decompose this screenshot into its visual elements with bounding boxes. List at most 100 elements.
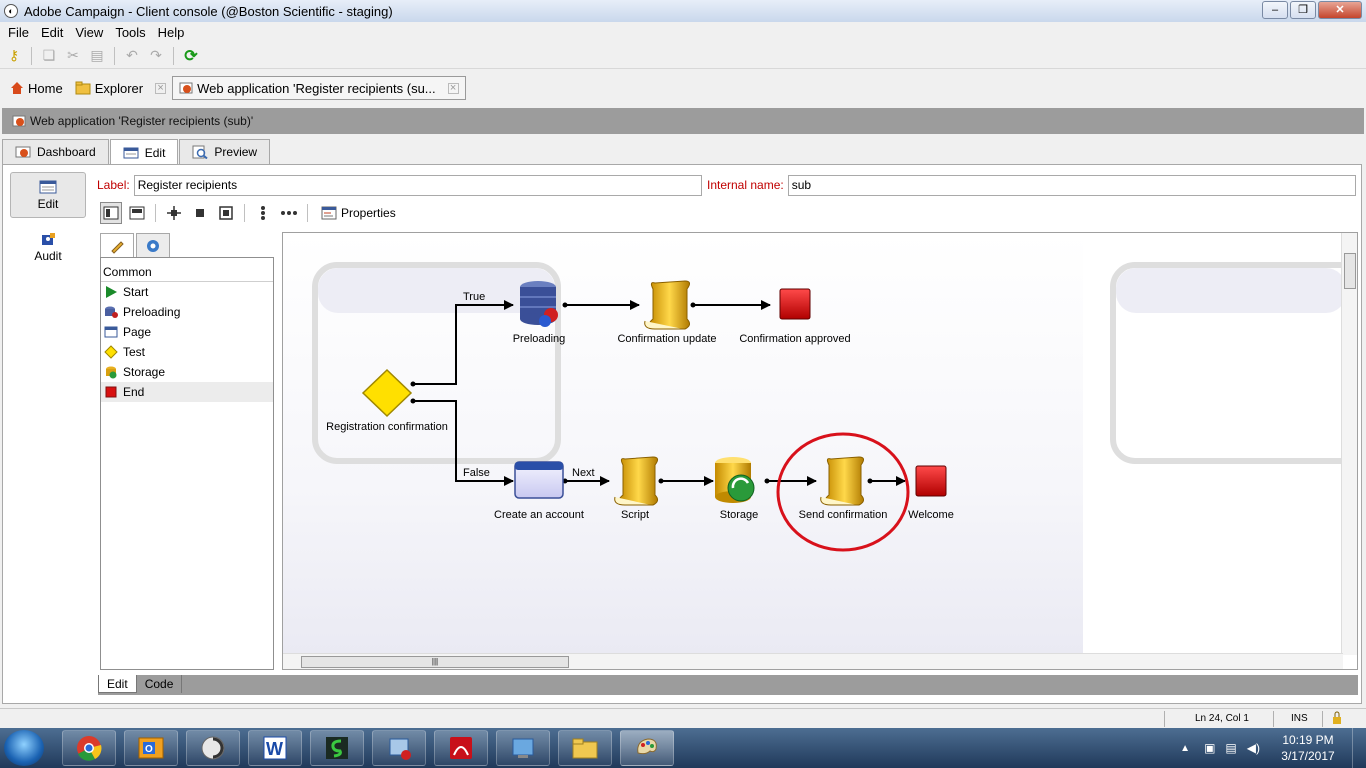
tab-preview[interactable]: Preview: [179, 139, 271, 164]
tab-settings[interactable]: [136, 233, 170, 257]
close-button[interactable]: ✕: [1318, 1, 1362, 19]
actual-size-button[interactable]: [189, 202, 211, 224]
taskbar-campaign[interactable]: [620, 730, 674, 766]
menu-bar: File Edit View Tools Help: [0, 22, 1366, 42]
restore-button[interactable]: ❐: [1290, 1, 1316, 19]
align-horizontal-button[interactable]: [278, 202, 300, 224]
tab-activities[interactable]: [100, 233, 134, 257]
menu-view[interactable]: View: [69, 25, 109, 40]
layout-horizontal-button[interactable]: [126, 202, 148, 224]
title-bar: ◐ Adobe Campaign - Client console (@Bost…: [0, 0, 1366, 22]
properties-icon: [321, 206, 337, 220]
palette-item-end[interactable]: End: [101, 382, 273, 402]
node-label-send-confirmation: Send confirmation: [798, 509, 888, 521]
campaign-icon: [637, 738, 657, 755]
taskbar-word[interactable]: W: [248, 730, 302, 766]
vertical-scrollbar[interactable]: [1341, 233, 1357, 655]
nav-audit[interactable]: Audit: [10, 224, 86, 270]
editor-tabs: Dashboard Edit Preview: [2, 139, 271, 165]
adobe-campaign-app-icon: ◐: [4, 4, 18, 18]
menu-help[interactable]: Help: [152, 25, 191, 40]
window-controls: – ❐ ✕: [1262, 1, 1362, 19]
script-scroll-icon[interactable]: [614, 456, 659, 506]
editor-header-title: Web application 'Register recipients (su…: [30, 114, 254, 128]
scrollbar-thumb[interactable]: |||: [301, 656, 569, 668]
taskbar-acrobat[interactable]: [434, 730, 488, 766]
key-icon[interactable]: ⚷: [4, 46, 24, 66]
end-square-icon[interactable]: [915, 465, 947, 497]
taskbar-outlook[interactable]: O: [124, 730, 178, 766]
palette-item-label: End: [123, 385, 145, 399]
svg-text:W: W: [266, 739, 283, 759]
palette-item-page[interactable]: Page: [101, 322, 273, 342]
show-desktop-button[interactable]: [1352, 728, 1366, 768]
preloading-icon[interactable]: [520, 281, 558, 327]
tab-home[interactable]: Home: [4, 76, 69, 100]
tray-expand-icon[interactable]: ▲: [1180, 743, 1190, 754]
close-tab-icon[interactable]: ×: [447, 82, 459, 94]
clock-date: 3/17/2017: [1281, 749, 1335, 763]
script-scroll-icon[interactable]: [644, 280, 691, 330]
palette-item-preloading[interactable]: Preloading: [101, 302, 273, 322]
tab-dashboard[interactable]: Dashboard: [2, 139, 109, 164]
tab-bottom-edit[interactable]: Edit: [98, 675, 137, 693]
start-button[interactable]: [4, 730, 44, 766]
tab-web-application[interactable]: Web application 'Register recipients (su…: [172, 76, 466, 100]
connector-true[interactable]: [413, 300, 514, 385]
palette-item-test[interactable]: Test: [101, 342, 273, 362]
node-label-storage: Storage: [719, 509, 759, 521]
align-vertical-button[interactable]: [252, 202, 274, 224]
nav-edit[interactable]: Edit: [10, 172, 86, 218]
end-square-icon[interactable]: [779, 288, 811, 320]
fit-button[interactable]: [163, 202, 185, 224]
storage-icon[interactable]: [715, 457, 755, 503]
palette-item-storage[interactable]: Storage: [101, 362, 273, 382]
volume-icon[interactable]: ◀): [1247, 741, 1260, 755]
undo-icon[interactable]: ↶: [122, 46, 142, 66]
outlook-icon: O: [138, 737, 164, 759]
workflow-canvas[interactable]: True False Next Registration confirmatio…: [282, 232, 1358, 670]
edge-label-next: Next: [572, 467, 595, 479]
properties-button[interactable]: Properties: [321, 206, 396, 220]
menu-file[interactable]: File: [2, 25, 35, 40]
palette-item-start[interactable]: Start: [101, 282, 273, 302]
taskbar-app[interactable]: [186, 730, 240, 766]
group-header: [318, 268, 555, 313]
tab-edit[interactable]: Edit: [109, 139, 179, 165]
minimize-button[interactable]: –: [1262, 1, 1288, 19]
menu-edit[interactable]: Edit: [35, 25, 69, 40]
script-scroll-icon[interactable]: [820, 456, 865, 506]
layout-vertical-button[interactable]: [100, 202, 122, 224]
internal-name-caption: Internal name:: [707, 178, 784, 192]
scrollbar-thumb[interactable]: [1344, 253, 1356, 289]
test-diamond-icon[interactable]: [361, 368, 413, 418]
label-input[interactable]: Register recipients: [133, 174, 702, 196]
cut-icon[interactable]: ✂: [63, 46, 83, 66]
redo-icon[interactable]: ↷: [146, 46, 166, 66]
palette-tabs: [100, 233, 170, 257]
paste-icon[interactable]: ▤: [87, 46, 107, 66]
tab-bottom-code[interactable]: Code: [137, 675, 183, 693]
horizontal-scrollbar[interactable]: |||: [283, 653, 1343, 669]
toolbar-separator: [173, 46, 174, 65]
internal-name-input[interactable]: sub: [787, 174, 1356, 196]
taskbar-app3[interactable]: [372, 730, 426, 766]
taskbar-app4[interactable]: [496, 730, 550, 766]
taskbar-chrome[interactable]: [62, 730, 116, 766]
page-icon[interactable]: [514, 461, 564, 499]
taskbar-app2[interactable]: [310, 730, 364, 766]
taskbar-explorer[interactable]: [558, 730, 612, 766]
insert-mode: INS: [1291, 713, 1308, 724]
refresh-icon[interactable]: ⟳: [181, 46, 201, 66]
tray-device-icon[interactable]: ▣: [1204, 741, 1215, 755]
clock[interactable]: 10:19 PM 3/17/2017: [1268, 732, 1348, 764]
tab-explorer[interactable]: Explorer ×: [69, 76, 172, 100]
menu-tools[interactable]: Tools: [109, 25, 151, 40]
copy-icon[interactable]: ❏: [39, 46, 59, 66]
connector-dot: [690, 302, 696, 308]
tab-home-label: Home: [28, 80, 63, 96]
document-tabs: Home Explorer × Web application 'Registe…: [0, 74, 1366, 102]
zoom-fit-button[interactable]: [215, 202, 237, 224]
close-tab-icon[interactable]: ×: [155, 82, 167, 94]
network-icon[interactable]: ▤: [1225, 741, 1236, 755]
